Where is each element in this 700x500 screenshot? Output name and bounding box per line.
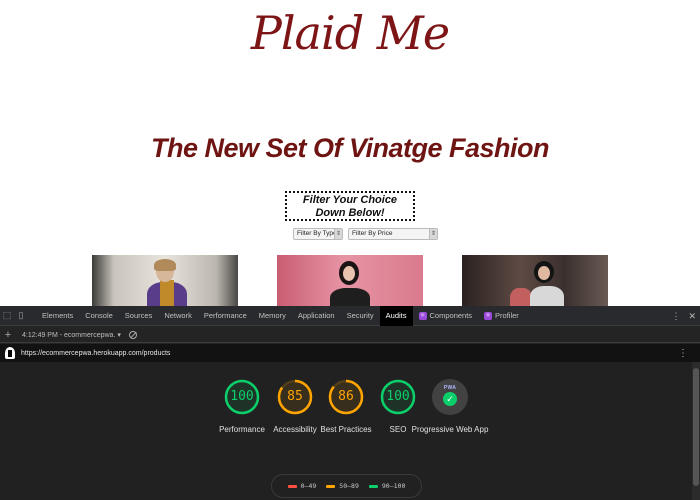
tab-sources[interactable]: Sources xyxy=(119,306,159,326)
devtools-window-controls: ⋮ ✕ xyxy=(671,306,696,326)
filter-price-label: Filter By Price xyxy=(352,230,393,237)
devtools-panel: ⬚ ▯ Elements Console Sources Network Per… xyxy=(0,305,700,500)
audited-url[interactable]: https://ecommercepwa.herokuapp.com/produ… xyxy=(21,350,170,357)
gauge-pwa[interactable]: PWA ✓ Progressive Web App xyxy=(410,379,490,436)
more-options-icon[interactable]: ⋮ xyxy=(671,311,680,322)
tab-audits[interactable]: Audits xyxy=(379,305,413,326)
chevron-updown-icon: ⇕ xyxy=(334,229,342,239)
tab-components[interactable]: ⚛ Components xyxy=(413,306,479,326)
close-icon[interactable]: ✕ xyxy=(688,311,696,322)
legend-item-pass: 90–100 xyxy=(368,482,406,490)
scrollbar-thumb[interactable] xyxy=(693,368,699,486)
page-headline: The New Set Of Vinatge Fashion xyxy=(150,133,550,163)
legend-swatch xyxy=(368,484,378,488)
tab-network[interactable]: Network xyxy=(158,306,198,326)
legend-range: 0–49 xyxy=(300,482,317,490)
tab-components-label: Components xyxy=(429,310,473,320)
chevron-updown-icon: ⇕ xyxy=(429,229,437,239)
tab-performance[interactable]: Performance xyxy=(198,306,253,326)
pwa-badge-icon: PWA ✓ xyxy=(432,379,468,415)
device-toolbar-icon[interactable]: ▯ xyxy=(14,306,28,326)
tab-security[interactable]: Security xyxy=(341,306,380,326)
audit-session-label: 4:12:49 PM - ecommercepwa. xyxy=(22,331,116,339)
legend-swatch xyxy=(287,484,297,488)
devtools-tab-bar: ⬚ ▯ Elements Console Sources Network Per… xyxy=(0,305,700,326)
score-legend: 0–49 50–89 90–100 xyxy=(271,474,422,498)
webpage: Plaid Me The New Set Of Vinatge Fashion … xyxy=(0,0,700,306)
legend-range: 50–89 xyxy=(339,482,359,490)
tab-profiler[interactable]: ⚛ Profiler xyxy=(478,306,525,326)
new-audit-icon[interactable]: + xyxy=(0,329,16,341)
react-extension-icon: ⚛ xyxy=(484,311,493,320)
brand-logo[interactable]: Plaid Me xyxy=(0,6,700,60)
filter-type-select[interactable]: Filter By Type ⇕ xyxy=(293,228,343,240)
product-image[interactable] xyxy=(277,255,423,306)
legend-item-fail: 0–49 xyxy=(287,482,317,490)
report-menu-icon[interactable]: ⋮ xyxy=(678,348,688,359)
product-image[interactable] xyxy=(462,255,608,306)
legend-range: 90–100 xyxy=(381,482,406,490)
report-url-bar: https://ecommercepwa.herokuapp.com/produ… xyxy=(0,344,700,362)
filter-selects: Filter By Type ⇕ Filter By Price ⇕ xyxy=(293,228,438,240)
clear-audits-icon[interactable] xyxy=(128,330,137,339)
legend-swatch xyxy=(326,484,336,488)
filter-type-label: Filter By Type xyxy=(297,230,337,237)
check-icon: ✓ xyxy=(443,392,457,406)
tab-application[interactable]: Application xyxy=(292,306,341,326)
audit-session-select[interactable]: 4:12:49 PM - ecommercepwa. ▾ xyxy=(22,331,121,339)
audits-toolbar: + 4:12:49 PM - ecommercepwa. ▾ xyxy=(0,327,700,343)
audit-report: 100 Performance 85 Accessibility 86 Best Prac… xyxy=(0,362,692,500)
lighthouse-icon xyxy=(5,347,15,359)
react-extension-icon: ⚛ xyxy=(418,311,427,320)
tab-elements[interactable]: Elements xyxy=(36,306,79,326)
tab-memory[interactable]: Memory xyxy=(253,306,292,326)
inspect-element-icon[interactable]: ⬚ xyxy=(0,306,14,326)
report-scrollbar[interactable] xyxy=(692,362,700,500)
gauge-label: Progressive Web App xyxy=(411,425,489,434)
tab-profiler-label: Profiler xyxy=(495,310,519,320)
pwa-badge-text: PWA xyxy=(443,385,457,391)
legend-item-average: 50–89 xyxy=(326,482,359,490)
filter-price-select[interactable]: Filter By Price ⇕ xyxy=(348,228,438,240)
tab-console[interactable]: Console xyxy=(79,306,119,326)
filter-prompt: Filter Your Choice Down Below! xyxy=(285,191,415,221)
product-image[interactable] xyxy=(92,255,238,306)
